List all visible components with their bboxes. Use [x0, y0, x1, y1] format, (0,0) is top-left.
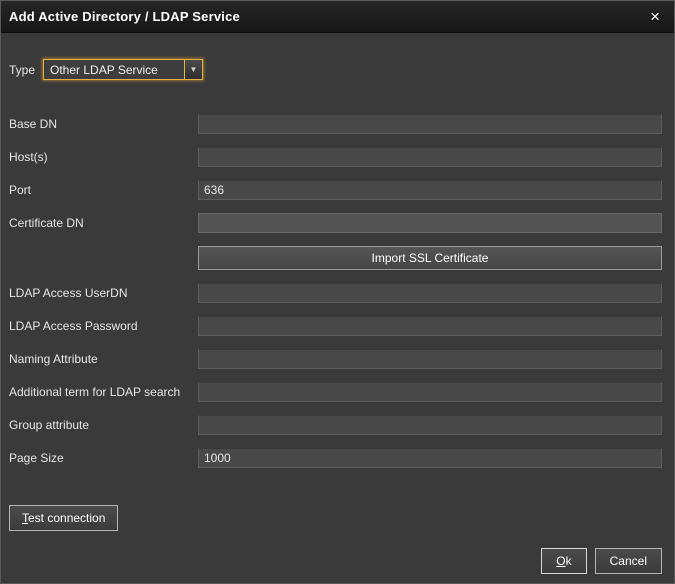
- hosts-input[interactable]: [198, 147, 662, 167]
- chevron-down-icon[interactable]: ▼: [184, 60, 202, 79]
- type-row: Type Other LDAP Service ▼: [9, 59, 662, 80]
- base-dn-label: Base DN: [9, 117, 198, 131]
- dialog-content: Type Other LDAP Service ▼ Base DN Host(s…: [1, 33, 674, 531]
- ldap-access-password-input[interactable]: [198, 316, 662, 336]
- naming-attribute-label: Naming Attribute: [9, 352, 198, 366]
- additional-term-input[interactable]: [198, 382, 662, 402]
- ldap-access-userdn-input[interactable]: [198, 283, 662, 303]
- field-row-naming-attribute: Naming Attribute: [9, 349, 662, 369]
- field-row-ldap-access-userdn: LDAP Access UserDN: [9, 283, 662, 303]
- field-row-additional-term: Additional term for LDAP search: [9, 382, 662, 402]
- test-connection-button[interactable]: Test connection: [9, 505, 118, 531]
- type-label: Type: [9, 63, 35, 77]
- page-size-label: Page Size: [9, 451, 198, 465]
- import-ssl-certificate-button[interactable]: Import SSL Certificate: [198, 246, 662, 270]
- page-size-input[interactable]: [198, 448, 662, 468]
- certificate-dn-label: Certificate DN: [9, 216, 198, 230]
- certificate-dn-input[interactable]: [198, 213, 662, 233]
- ok-mnemonic: O: [556, 554, 565, 568]
- ldap-access-password-label: LDAP Access Password: [9, 319, 198, 333]
- additional-term-label: Additional term for LDAP search: [9, 385, 198, 399]
- group-attribute-label: Group attribute: [9, 418, 198, 432]
- field-row-hosts: Host(s): [9, 147, 662, 167]
- field-row-port: Port: [9, 180, 662, 200]
- add-ldap-service-dialog: Add Active Directory / LDAP Service × Ty…: [0, 0, 675, 584]
- type-dropdown[interactable]: Other LDAP Service ▼: [43, 59, 203, 80]
- ok-button[interactable]: Ok: [541, 548, 586, 574]
- cancel-button[interactable]: Cancel: [595, 548, 662, 574]
- naming-attribute-input[interactable]: [198, 349, 662, 369]
- type-dropdown-value: Other LDAP Service: [44, 60, 184, 79]
- dialog-titlebar: Add Active Directory / LDAP Service ×: [1, 1, 674, 33]
- field-row-base-dn: Base DN: [9, 114, 662, 134]
- field-row-import-ssl: Import SSL Certificate: [9, 246, 662, 270]
- hosts-label: Host(s): [9, 150, 198, 164]
- dialog-footer: Ok Cancel: [541, 548, 662, 574]
- field-row-ldap-access-password: LDAP Access Password: [9, 316, 662, 336]
- port-label: Port: [9, 183, 198, 197]
- close-icon[interactable]: ×: [648, 6, 662, 27]
- field-row-certificate-dn: Certificate DN: [9, 213, 662, 233]
- port-input[interactable]: [198, 180, 662, 200]
- field-row-page-size: Page Size: [9, 448, 662, 468]
- ok-rest: k: [566, 554, 572, 568]
- base-dn-input[interactable]: [198, 114, 662, 134]
- ldap-access-userdn-label: LDAP Access UserDN: [9, 286, 198, 300]
- test-connection-rest: est connection: [28, 511, 105, 525]
- group-attribute-input[interactable]: [198, 415, 662, 435]
- field-row-group-attribute: Group attribute: [9, 415, 662, 435]
- dialog-title: Add Active Directory / LDAP Service: [9, 9, 240, 24]
